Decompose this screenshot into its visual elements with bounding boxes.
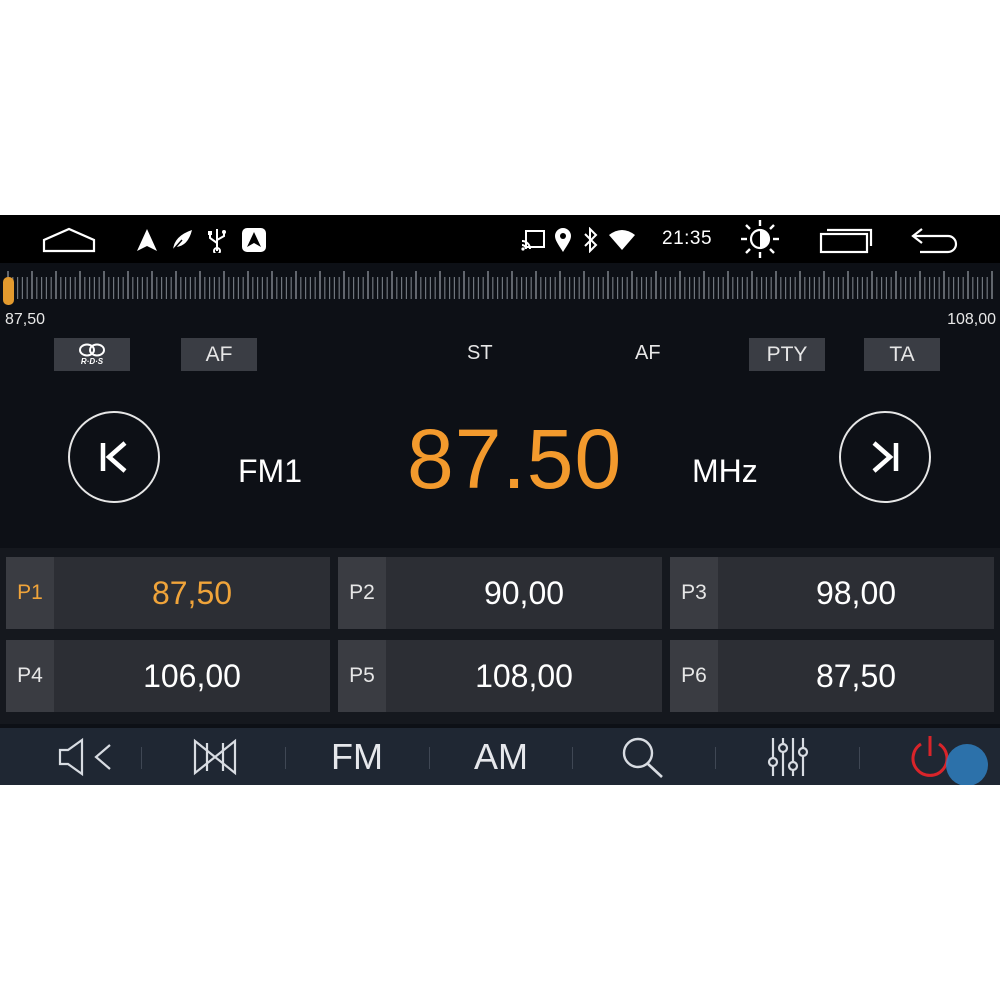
leaf-icon [170,228,194,252]
preset-number: P6 [670,640,718,712]
stereo-indicator: ST [467,342,493,364]
brightness-icon[interactable] [738,219,782,259]
toolbar-divider [285,747,286,769]
af-indicator: AF [635,342,661,364]
toolbar-divider [572,747,573,769]
preset-button-p1[interactable]: P1 87,50 [6,557,330,629]
search-button[interactable] [610,728,676,785]
rds-logo-text: R·D·S [80,357,104,366]
bluetooth-icon [582,227,600,253]
volume-button[interactable] [40,728,130,785]
seek-next-button[interactable] [839,411,931,503]
preset-frequency: 87,50 [815,657,897,694]
preset-button-p4[interactable]: P4 106,00 [6,640,330,712]
toolbar-divider [715,747,716,769]
scale-min-label: 87,50 [5,311,46,328]
loudness-button[interactable] [180,728,250,785]
preset-number: P3 [670,557,718,629]
preset-button-p5[interactable]: P5 108,00 [338,640,662,712]
am-band-button[interactable]: AM [461,728,541,785]
fm-band-button[interactable]: FM [317,728,397,785]
status-bar: 21:35 [0,215,1000,263]
preset-button-p6[interactable]: P6 87,50 [670,640,994,712]
bottom-toolbar: FM AM [0,728,1000,785]
tuner-ticks [7,271,993,299]
home-icon[interactable] [42,225,96,255]
carplay-icon [241,227,267,253]
band-label: FM1 [238,453,302,489]
preset-frequency: 106,00 [143,657,241,694]
preset-frequency: 98,00 [815,574,897,611]
preset-number: P1 [6,557,54,629]
navigation-arrow-icon [136,228,158,252]
radio-screen: 21:35 87,50 108,00 R·D·S AF ST AF PTY TA… [0,215,1000,785]
preset-number: P5 [338,640,386,712]
preset-button-p2[interactable]: P2 90,00 [338,557,662,629]
wifi-icon [608,229,636,251]
tuner-handle[interactable] [3,277,14,305]
location-pin-icon [554,227,572,253]
scale-max-label: 108,00 [947,311,996,328]
search-icon [622,737,663,778]
ta-button[interactable]: TA [864,338,940,371]
rds-logo-icon [79,343,105,357]
equalizer-icon [767,737,809,776]
usb-icon [206,227,228,253]
rds-button[interactable]: R·D·S [54,338,130,371]
preset-frequency: 87,50 [151,574,233,611]
frequency-unit: MHz [692,453,758,489]
volume-icon [58,737,111,776]
equalizer-button[interactable] [756,728,820,785]
preset-frequency: 108,00 [475,657,573,694]
clock: 21:35 [662,228,713,249]
preset-grid: P1 87,50 P2 90,00 P3 98,00 P4 106,00 P5 … [0,548,1000,724]
preset-frequency: 90,00 [483,574,565,611]
seek-next-icon [872,441,899,473]
tuner-scale[interactable] [0,263,1000,305]
toolbar-divider [859,747,860,769]
preset-number: P2 [338,557,386,629]
power-icon [911,735,949,777]
pty-button[interactable]: PTY [749,338,825,371]
seek-previous-icon [100,441,127,473]
loudness-icon [193,738,237,775]
seek-previous-button[interactable] [68,411,160,503]
toolbar-divider [141,747,142,769]
back-icon[interactable] [910,225,962,255]
floating-assistive-button[interactable] [946,744,988,785]
toolbar-divider [429,747,430,769]
preset-number: P4 [6,640,54,712]
recent-apps-icon[interactable] [818,225,874,255]
cast-icon [520,229,546,251]
preset-button-p3[interactable]: P3 98,00 [670,557,994,629]
af-button[interactable]: AF [181,338,257,371]
current-frequency: 87.50 [407,412,623,506]
